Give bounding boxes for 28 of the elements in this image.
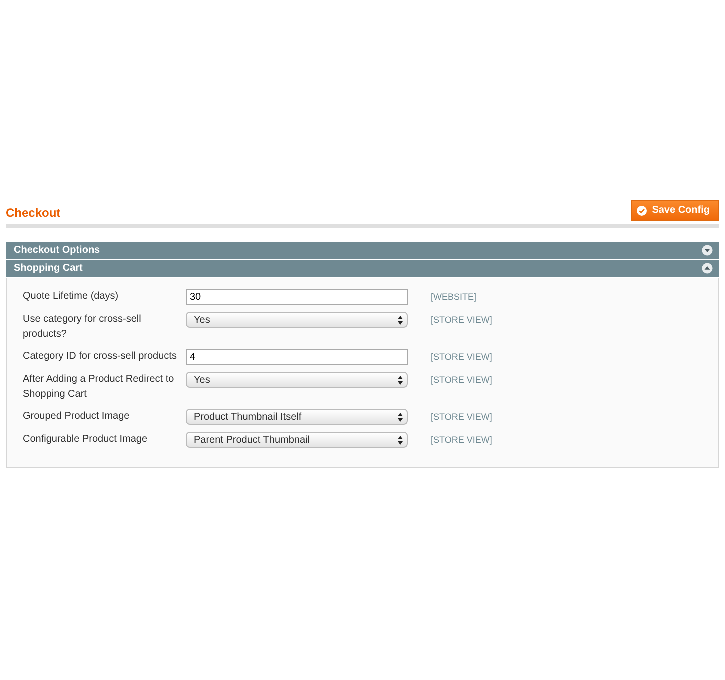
scope-label: [STORE VIEW] bbox=[431, 351, 492, 364]
select-field[interactable]: Yes bbox=[186, 372, 408, 388]
updown-arrows-icon bbox=[398, 436, 403, 444]
field-label: Configurable Product Image bbox=[23, 433, 149, 447]
select-field[interactable]: Yes bbox=[186, 312, 408, 328]
field-label: Use category for cross-sell products? bbox=[23, 313, 142, 342]
section-header[interactable]: Shopping Cart bbox=[6, 260, 719, 278]
check-circle-icon bbox=[637, 206, 648, 216]
section-header[interactable]: Checkout Options bbox=[6, 242, 719, 260]
text-input[interactable]: 30 bbox=[186, 289, 408, 305]
select-field[interactable]: Parent Product Thumbnail bbox=[186, 432, 408, 448]
text-input[interactable]: 4 bbox=[186, 349, 408, 365]
updown-arrows-icon bbox=[398, 376, 403, 384]
scope-label: [WEBSITE] bbox=[431, 291, 477, 304]
field-label: After Adding a Product Redirect to Shopping Cart bbox=[23, 373, 176, 402]
field-label: Category ID for cross-sell products bbox=[23, 350, 178, 364]
page-title: Checkout bbox=[6, 206, 61, 220]
expand-icon[interactable] bbox=[702, 245, 713, 256]
scope-label: [STORE VIEW] bbox=[431, 434, 492, 447]
scope-label: [STORE VIEW] bbox=[431, 314, 492, 327]
scope-label: [STORE VIEW] bbox=[431, 374, 492, 387]
select-field[interactable]: Product Thumbnail Itself bbox=[186, 409, 408, 425]
scope-label: [STORE VIEW] bbox=[431, 411, 492, 424]
collapse-icon[interactable] bbox=[702, 263, 713, 274]
field-label: Quote Lifetime (days) bbox=[23, 290, 120, 304]
field-label: Grouped Product Image bbox=[23, 410, 131, 424]
updown-arrows-icon bbox=[398, 316, 403, 324]
updown-arrows-icon bbox=[398, 412, 403, 422]
